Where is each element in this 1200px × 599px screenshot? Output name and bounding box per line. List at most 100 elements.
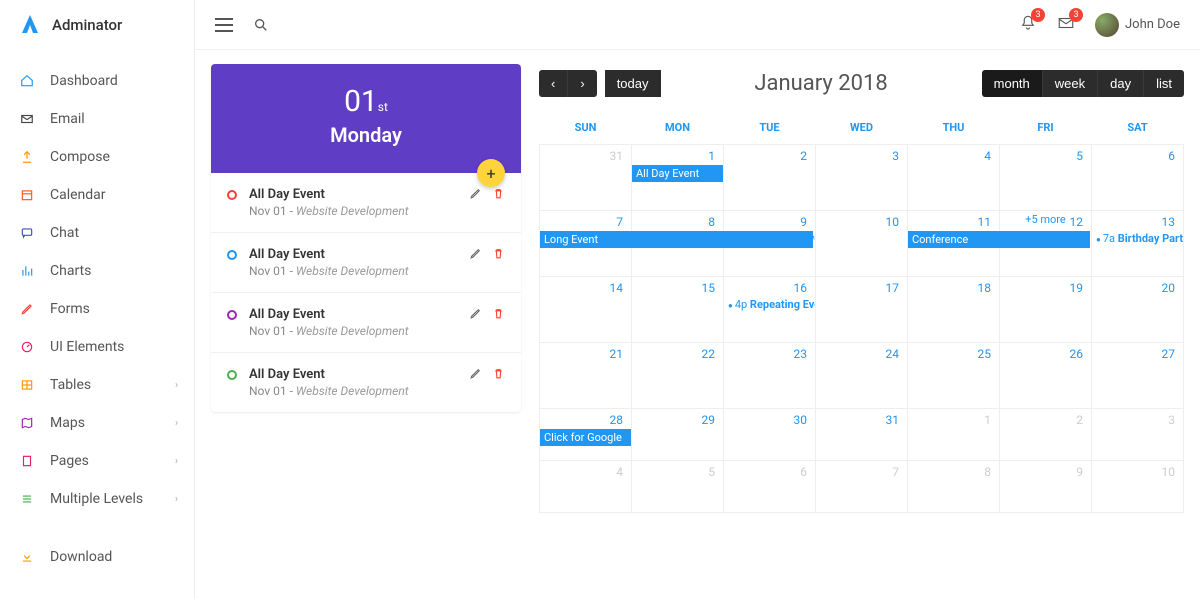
topbar: 3 3 John Doe [195,0,1200,50]
sidebar-download[interactable]: Download [0,538,194,576]
download-icon [18,548,36,566]
sidebar-item-charts[interactable]: Charts [0,252,194,290]
event-color-dot [227,310,237,320]
sidebar-item-calendar[interactable]: Calendar [0,176,194,214]
calendar-cell[interactable]: 2 [724,145,816,211]
calendar-cell[interactable]: 10 [1092,461,1184,513]
cal-icon [18,186,36,204]
calendar-cell[interactable]: 1 [908,409,1000,461]
calendar-cell[interactable]: 25 [908,343,1000,409]
day-number: 18 [978,281,992,295]
sidebar-item-dashboard[interactable]: Dashboard [0,62,194,100]
view-week[interactable]: week [1042,70,1097,97]
calendar-cell[interactable]: 11Conference [908,211,1000,277]
calendar-cell[interactable]: 2 [1000,409,1092,461]
delete-icon[interactable] [492,367,505,384]
sidebar-item-email[interactable]: Email [0,100,194,138]
calendar-cell[interactable]: 26 [1000,343,1092,409]
calendar-cell[interactable]: 19 [1000,277,1092,343]
calendar-cell[interactable]: 15 [632,277,724,343]
levels-icon [18,490,36,508]
next-button[interactable]: › [567,70,596,97]
add-event-button[interactable]: + [477,159,505,187]
view-list[interactable]: list [1143,70,1184,97]
prev-button[interactable]: ‹ [539,70,567,97]
day-number: 14 [610,281,624,295]
sidebar-item-maps[interactable]: Maps› [0,404,194,442]
calendar-cell[interactable]: 7Long Event [540,211,632,277]
chevron-right-icon: › [175,456,178,467]
calendar-cell[interactable]: 8 [908,461,1000,513]
event-bar[interactable]: Long Event [540,231,813,248]
calendar-cell[interactable]: 31 [540,145,632,211]
sidebar-item-tables[interactable]: Tables› [0,366,194,404]
event-bar[interactable]: All Day Event [632,165,723,182]
calendar-cell[interactable]: 17 [816,277,908,343]
sidebar-item-label: Multiple Levels [50,491,143,507]
logo[interactable]: Adminator [0,0,194,50]
calendar-cell[interactable]: 30 [724,409,816,461]
calendar-cell[interactable]: 22 [632,343,724,409]
view-day[interactable]: day [1097,70,1143,97]
edit-icon[interactable] [469,247,482,264]
calendar-cell[interactable]: 3 [1092,409,1184,461]
user-menu[interactable]: John Doe [1095,13,1180,37]
calendar-cell[interactable]: 5 [1000,145,1092,211]
event-color-dot [227,370,237,380]
event-item: All Day Event Nov 01 - Website Developme… [211,233,521,293]
today-button[interactable]: today [605,70,661,97]
calendar-cell[interactable]: 5 [632,461,724,513]
calendar-cell[interactable]: 21 [540,343,632,409]
calendar-cell[interactable]: 7 [816,461,908,513]
notifications-button[interactable]: 3 [1019,14,1037,36]
menu-toggle-icon[interactable] [215,18,233,32]
event-link[interactable]: 7a Birthday Party [1092,231,1183,246]
delete-icon[interactable] [492,187,505,204]
calendar-cell[interactable]: 28Click for Google [540,409,632,461]
edit-icon[interactable] [469,367,482,384]
calendar-cell[interactable]: 4 [540,461,632,513]
event-bar[interactable]: Conference [908,231,1090,248]
calendar-cell[interactable]: 3 [816,145,908,211]
calendar-cell[interactable]: 29 [632,409,724,461]
calendar-cell[interactable]: 1All Day Event [632,145,724,211]
event-bar[interactable]: Click for Google [540,429,631,446]
calendar-cell[interactable]: 6 [1092,145,1184,211]
calendar-cell[interactable]: 31 [816,409,908,461]
day-number: 2 [1076,413,1083,427]
day-number: 01 [344,84,378,119]
day-number: 3 [892,149,899,163]
day-number: 1 [984,413,991,427]
search-icon[interactable] [253,17,269,33]
calendar-cell[interactable]: 20 [1092,277,1184,343]
sidebar-item-pages[interactable]: Pages› [0,442,194,480]
sidebar-item-multiple-levels[interactable]: Multiple Levels› [0,480,194,518]
day-number: 22 [702,347,716,361]
calendar-cell[interactable]: 18 [908,277,1000,343]
calendar-cell[interactable]: 24 [816,343,908,409]
edit-icon[interactable] [469,187,482,204]
day-number: 7 [892,465,899,479]
sidebar-item-chat[interactable]: Chat [0,214,194,252]
sidebar-item-forms[interactable]: Forms [0,290,194,328]
day-number: 5 [708,465,715,479]
calendar-cell[interactable]: 137a Birthday Party [1092,211,1184,277]
calendar-cell[interactable]: 164p Repeating Event [724,277,816,343]
calendar-cell[interactable]: 6 [724,461,816,513]
username: John Doe [1125,17,1180,32]
day-number: 4 [984,149,991,163]
delete-icon[interactable] [492,247,505,264]
calendar-cell[interactable]: 14 [540,277,632,343]
calendar-cell[interactable]: 10 [816,211,908,277]
edit-icon[interactable] [469,307,482,324]
delete-icon[interactable] [492,307,505,324]
messages-button[interactable]: 3 [1057,14,1075,36]
calendar-cell[interactable]: 23 [724,343,816,409]
event-link[interactable]: 4p Repeating Event [724,297,815,312]
view-month[interactable]: month [982,70,1042,97]
calendar-cell[interactable]: 4 [908,145,1000,211]
calendar-cell[interactable]: 27 [1092,343,1184,409]
calendar-cell[interactable]: 9 [1000,461,1092,513]
sidebar-item-ui-elements[interactable]: UI Elements [0,328,194,366]
sidebar-item-compose[interactable]: Compose [0,138,194,176]
